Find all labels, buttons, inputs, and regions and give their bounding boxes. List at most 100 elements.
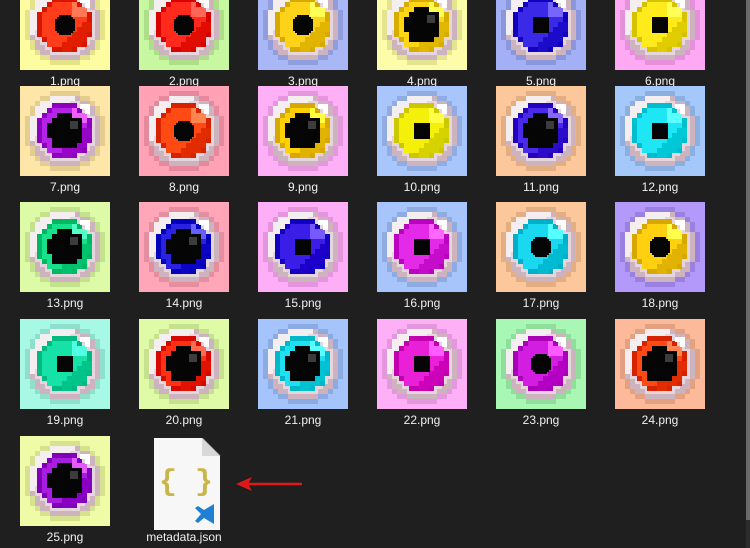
file-item[interactable]: 11.png [486, 86, 596, 202]
image-thumbnail [377, 86, 467, 176]
file-name: 7.png [49, 180, 81, 194]
file-item[interactable]: 7.png [10, 86, 120, 202]
image-thumbnail [258, 319, 348, 409]
file-item[interactable]: 17.png [486, 202, 596, 318]
file-name: 10.png [403, 180, 441, 194]
image-thumbnail [139, 319, 229, 409]
eye-image [20, 86, 110, 176]
file-name: 25.png [46, 530, 84, 544]
file-name: 23.png [522, 413, 560, 427]
image-thumbnail [615, 319, 705, 409]
file-item[interactable]: 9.png [248, 86, 358, 202]
file-item[interactable]: 2.png [129, 0, 239, 96]
file-item[interactable]: 4.png [367, 0, 477, 96]
file-item[interactable]: 15.png [248, 202, 358, 318]
eye-image [258, 319, 348, 409]
eye-image [139, 319, 229, 409]
file-item[interactable]: 14.png [129, 202, 239, 318]
eye-image [139, 0, 229, 70]
file-name: 19.png [46, 413, 84, 427]
image-thumbnail [615, 86, 705, 176]
file-name: 8.png [168, 180, 200, 194]
file-item[interactable]: 20.png [129, 319, 239, 435]
eye-image [377, 86, 467, 176]
image-thumbnail [496, 0, 586, 70]
file-item[interactable]: 3.png [248, 0, 358, 96]
image-thumbnail [615, 0, 705, 70]
eye-image [377, 202, 467, 292]
file-name: 12.png [641, 180, 679, 194]
file-name: 15.png [284, 296, 322, 310]
image-thumbnail [20, 202, 110, 292]
file-item[interactable]: 5.png [486, 0, 596, 96]
image-thumbnail [139, 202, 229, 292]
eye-image [258, 0, 348, 70]
image-thumbnail [258, 86, 348, 176]
file-name: 17.png [522, 296, 560, 310]
file-item[interactable]: 6.png [605, 0, 715, 96]
image-thumbnail [20, 86, 110, 176]
eye-image [258, 86, 348, 176]
file-item[interactable]: 25.png [10, 436, 120, 548]
file-name: metadata.json [146, 530, 222, 544]
file-item[interactable]: 16.png [367, 202, 477, 318]
eye-image [615, 202, 705, 292]
file-item[interactable]: 1.png [10, 0, 120, 96]
file-name: 9.png [287, 180, 319, 194]
file-item[interactable]: 12.png [605, 86, 715, 202]
file-name: 11.png [523, 180, 559, 194]
image-thumbnail [20, 436, 110, 526]
image-thumbnail [20, 0, 110, 70]
eye-image [139, 86, 229, 176]
image-thumbnail [377, 202, 467, 292]
eye-image [615, 86, 705, 176]
file-item[interactable]: 8.png [129, 86, 239, 202]
eye-image [20, 319, 110, 409]
eye-image [615, 319, 705, 409]
file-item[interactable]: 22.png [367, 319, 477, 435]
eye-image [258, 202, 348, 292]
left-arrow-icon [236, 477, 302, 491]
file-item[interactable]: 13.png [10, 202, 120, 318]
image-thumbnail [258, 0, 348, 70]
file-item[interactable]: 21.png [248, 319, 358, 435]
file-item[interactable]: 18.png [605, 202, 715, 318]
file-name: 22.png [403, 413, 441, 427]
eye-image [496, 202, 586, 292]
file-name: 20.png [165, 413, 203, 427]
file-name: 16.png [403, 296, 441, 310]
image-thumbnail [496, 319, 586, 409]
file-explorer-view: 1.png 2.png 3.png 4.png 5.png 6.png 7.png 8.png… [0, 0, 750, 548]
eye-image [377, 0, 467, 70]
eye-image [496, 86, 586, 176]
scrollbar[interactable] [746, 0, 750, 548]
json-file-icon: { } [154, 438, 221, 530]
image-thumbnail [20, 319, 110, 409]
eye-image [615, 0, 705, 70]
image-thumbnail [496, 202, 586, 292]
file-name: 18.png [641, 296, 679, 310]
eye-image [496, 319, 586, 409]
eye-image [139, 202, 229, 292]
image-thumbnail [615, 202, 705, 292]
image-thumbnail [139, 0, 229, 70]
file-item[interactable]: 10.png [367, 86, 477, 202]
eye-image [496, 0, 586, 70]
file-item[interactable]: 23.png [486, 319, 596, 435]
file-name: 13.png [46, 296, 84, 310]
image-thumbnail [377, 0, 467, 70]
scrollbar-thumb[interactable] [746, 0, 750, 520]
file-item-metadata-json[interactable]: { } metadata.json [129, 436, 239, 548]
file-name: 21.png [284, 413, 322, 427]
image-thumbnail [258, 202, 348, 292]
eye-image [377, 319, 467, 409]
eye-image [20, 436, 110, 526]
file-name: 14.png [165, 296, 203, 310]
file-item[interactable]: 19.png [10, 319, 120, 435]
file-item[interactable]: 24.png [605, 319, 715, 435]
eye-image [20, 202, 110, 292]
file-name: 24.png [641, 413, 679, 427]
eye-image [20, 0, 110, 70]
image-thumbnail [496, 86, 586, 176]
image-thumbnail [377, 319, 467, 409]
